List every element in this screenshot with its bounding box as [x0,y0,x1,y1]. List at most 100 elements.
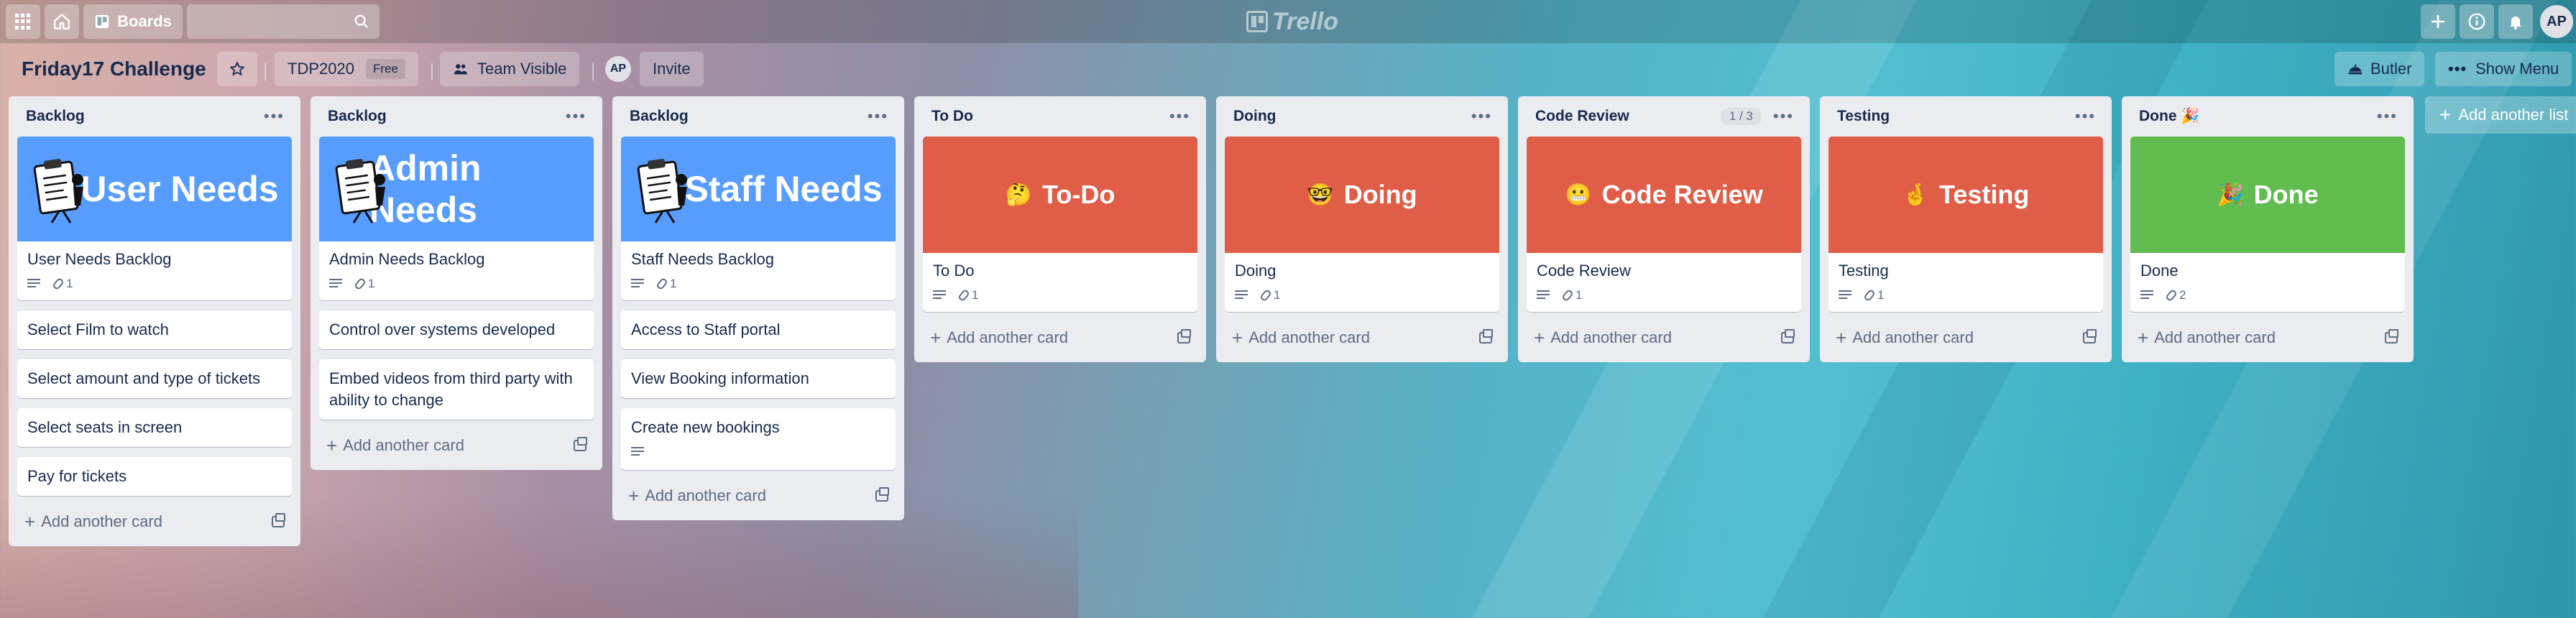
invite-button[interactable]: Invite [640,52,704,86]
board-title[interactable]: Friday17 Challenge [22,52,206,86]
card-title: Select seats in screen [27,418,183,436]
card-template-icon[interactable] [1781,329,1795,343]
member-initials: AP [605,56,631,82]
list-column[interactable]: Doing ••• 🤓 Doing Doing 1 + Add another card [1216,96,1508,362]
notifications-button[interactable] [2498,4,2533,39]
team-button[interactable]: TDP2020 Free [275,52,418,86]
visibility-button[interactable]: Team Visible [440,52,580,86]
list-card[interactable]: Embed videos from third party with abili… [319,359,594,420]
list-card[interactable]: View Booking information [621,359,896,398]
cover-card[interactable]: Staff Needs Staff Needs Backlog 1 [621,137,896,300]
cover-card[interactable]: 🤔 To-Do To Do 1 [923,137,1197,312]
card-title: User Needs Backlog [27,250,172,268]
search-input[interactable] [187,4,380,39]
list-title[interactable]: Testing [1837,108,1890,125]
list-card[interactable]: Control over systems developed [319,310,594,349]
add-card-button[interactable]: + Add another card [17,506,292,538]
list-card[interactable]: Select amount and type of tickets [17,359,292,398]
add-card-label: Add another card [1550,328,1672,346]
list-card[interactable]: Create new bookings [621,408,896,470]
list-column[interactable]: Done 🎉 ••• 🎉 Done Done 2 + Add another card [2122,96,2414,362]
add-card-button[interactable]: + Add another card [2130,322,2405,354]
show-menu-button[interactable]: ••• Show Menu [2435,52,2572,86]
add-card-button[interactable]: + Add another card [319,430,594,461]
list-title[interactable]: To Do [932,108,973,125]
user-avatar[interactable]: AP [2540,5,2573,38]
list-column[interactable]: Backlog ••• Admin Needs Admin Needs Backlog… [310,96,602,470]
list-title[interactable]: Backlog [26,108,85,125]
list-card[interactable]: Pay for tickets [17,457,292,496]
cover-heading: Admin Needs [369,147,594,231]
list-menu-icon[interactable]: ••• [1471,107,1492,126]
cover-card[interactable]: 🤓 Doing Doing 1 [1225,137,1499,312]
card-template-icon[interactable] [272,513,285,527]
card-template-icon[interactable] [2083,329,2097,343]
list-column[interactable]: Backlog ••• Staff Needs Staff Needs Backlog… [612,96,904,520]
cover-card[interactable]: User Needs User Needs Backlog 1 [17,137,292,300]
list-menu-icon[interactable]: ••• [2075,107,2096,126]
list-title[interactable]: Code Review [1535,108,1629,125]
star-button[interactable] [217,52,257,86]
list-menu-icon[interactable]: ••• [2377,107,2398,126]
cover-emoji: 🎉 [2217,183,2244,207]
card-template-icon[interactable] [574,437,587,451]
cover-heading: 🎉 Done [2217,180,2318,210]
home-button[interactable] [45,4,79,39]
list-header[interactable]: To Do ••• [923,96,1197,137]
add-list-button[interactable]: + Add another list [2425,96,2576,134]
add-card-button[interactable]: + Add another card [621,480,896,512]
header-divider [264,63,266,80]
list-title[interactable]: Backlog [328,108,387,125]
list-header[interactable]: Testing ••• [1828,96,2103,137]
list-column[interactable]: To Do ••• 🤔 To-Do To Do 1 + Add another card [914,96,1206,362]
add-card-button[interactable]: + Add another card [1527,322,1801,354]
list-card[interactable]: Access to Staff portal [621,310,896,349]
card-body: Select amount and type of tickets [17,359,292,398]
member-avatar[interactable]: AP [605,52,631,86]
add-card-button[interactable]: + Add another card [1225,322,1499,354]
butler-button[interactable]: Butler [2334,52,2425,86]
card-template-icon[interactable] [1479,329,1493,343]
list-menu-icon[interactable]: ••• [264,107,285,126]
show-menu-label: Show Menu [2475,60,2559,78]
list-title[interactable]: Doing [1233,108,1276,125]
card-template-icon[interactable] [1177,329,1191,343]
cover-card[interactable]: Admin Needs Admin Needs Backlog 1 [319,137,594,300]
list-header[interactable]: Doing ••• [1225,96,1499,137]
paperclip-icon [1863,288,1876,303]
list-header[interactable]: Backlog ••• [319,96,594,137]
boards-button[interactable]: Boards [83,4,183,39]
card-template-icon[interactable] [875,487,889,502]
cover-card[interactable]: 🤞 Testing Testing 1 [1828,137,2103,312]
list-card[interactable]: Select Film to watch [17,310,292,349]
cover-card[interactable]: 🎉 Done Done 2 [2130,137,2405,312]
add-card-button[interactable]: + Add another card [923,322,1197,354]
paperclip-icon [957,288,970,303]
trello-logo[interactable]: Trello [1246,8,1338,35]
list-menu-icon[interactable]: ••• [566,107,586,126]
list-header[interactable]: Done 🎉 ••• [2130,96,2405,137]
apps-grid-button[interactable] [6,4,40,39]
info-button[interactable] [2460,4,2494,39]
list-title[interactable]: Backlog [630,108,689,125]
list-menu-icon[interactable]: ••• [1773,107,1794,126]
attachment-badge: 1 [1863,288,1884,303]
list-column[interactable]: Code Review 1 / 3 ••• 😬 Code Review Code Revi… [1518,96,1810,362]
list-menu-icon[interactable]: ••• [1169,107,1190,126]
list-header[interactable]: Backlog ••• [17,96,292,137]
add-card-label: Add another card [343,436,464,454]
cover-heading: 🤞 Testing [1903,180,2030,210]
list-header[interactable]: Code Review 1 / 3 ••• [1527,96,1801,137]
list-column[interactable]: Testing ••• 🤞 Testing Testing 1 + Add another c… [1820,96,2112,362]
cover-emoji: 😬 [1565,183,1592,207]
list-title[interactable]: Done 🎉 [2139,108,2199,125]
card-template-icon[interactable] [2385,329,2398,343]
plus-icon: + [1232,326,1243,349]
create-button[interactable] [2421,4,2455,39]
list-header[interactable]: Backlog ••• [621,96,896,137]
list-card[interactable]: Select seats in screen [17,408,292,447]
list-menu-icon[interactable]: ••• [868,107,888,126]
cover-card[interactable]: 😬 Code Review Code Review 1 [1527,137,1801,312]
add-card-button[interactable]: + Add another card [1828,322,2103,354]
list-column[interactable]: Backlog ••• User Needs User Needs Backlog 1 S… [9,96,300,546]
